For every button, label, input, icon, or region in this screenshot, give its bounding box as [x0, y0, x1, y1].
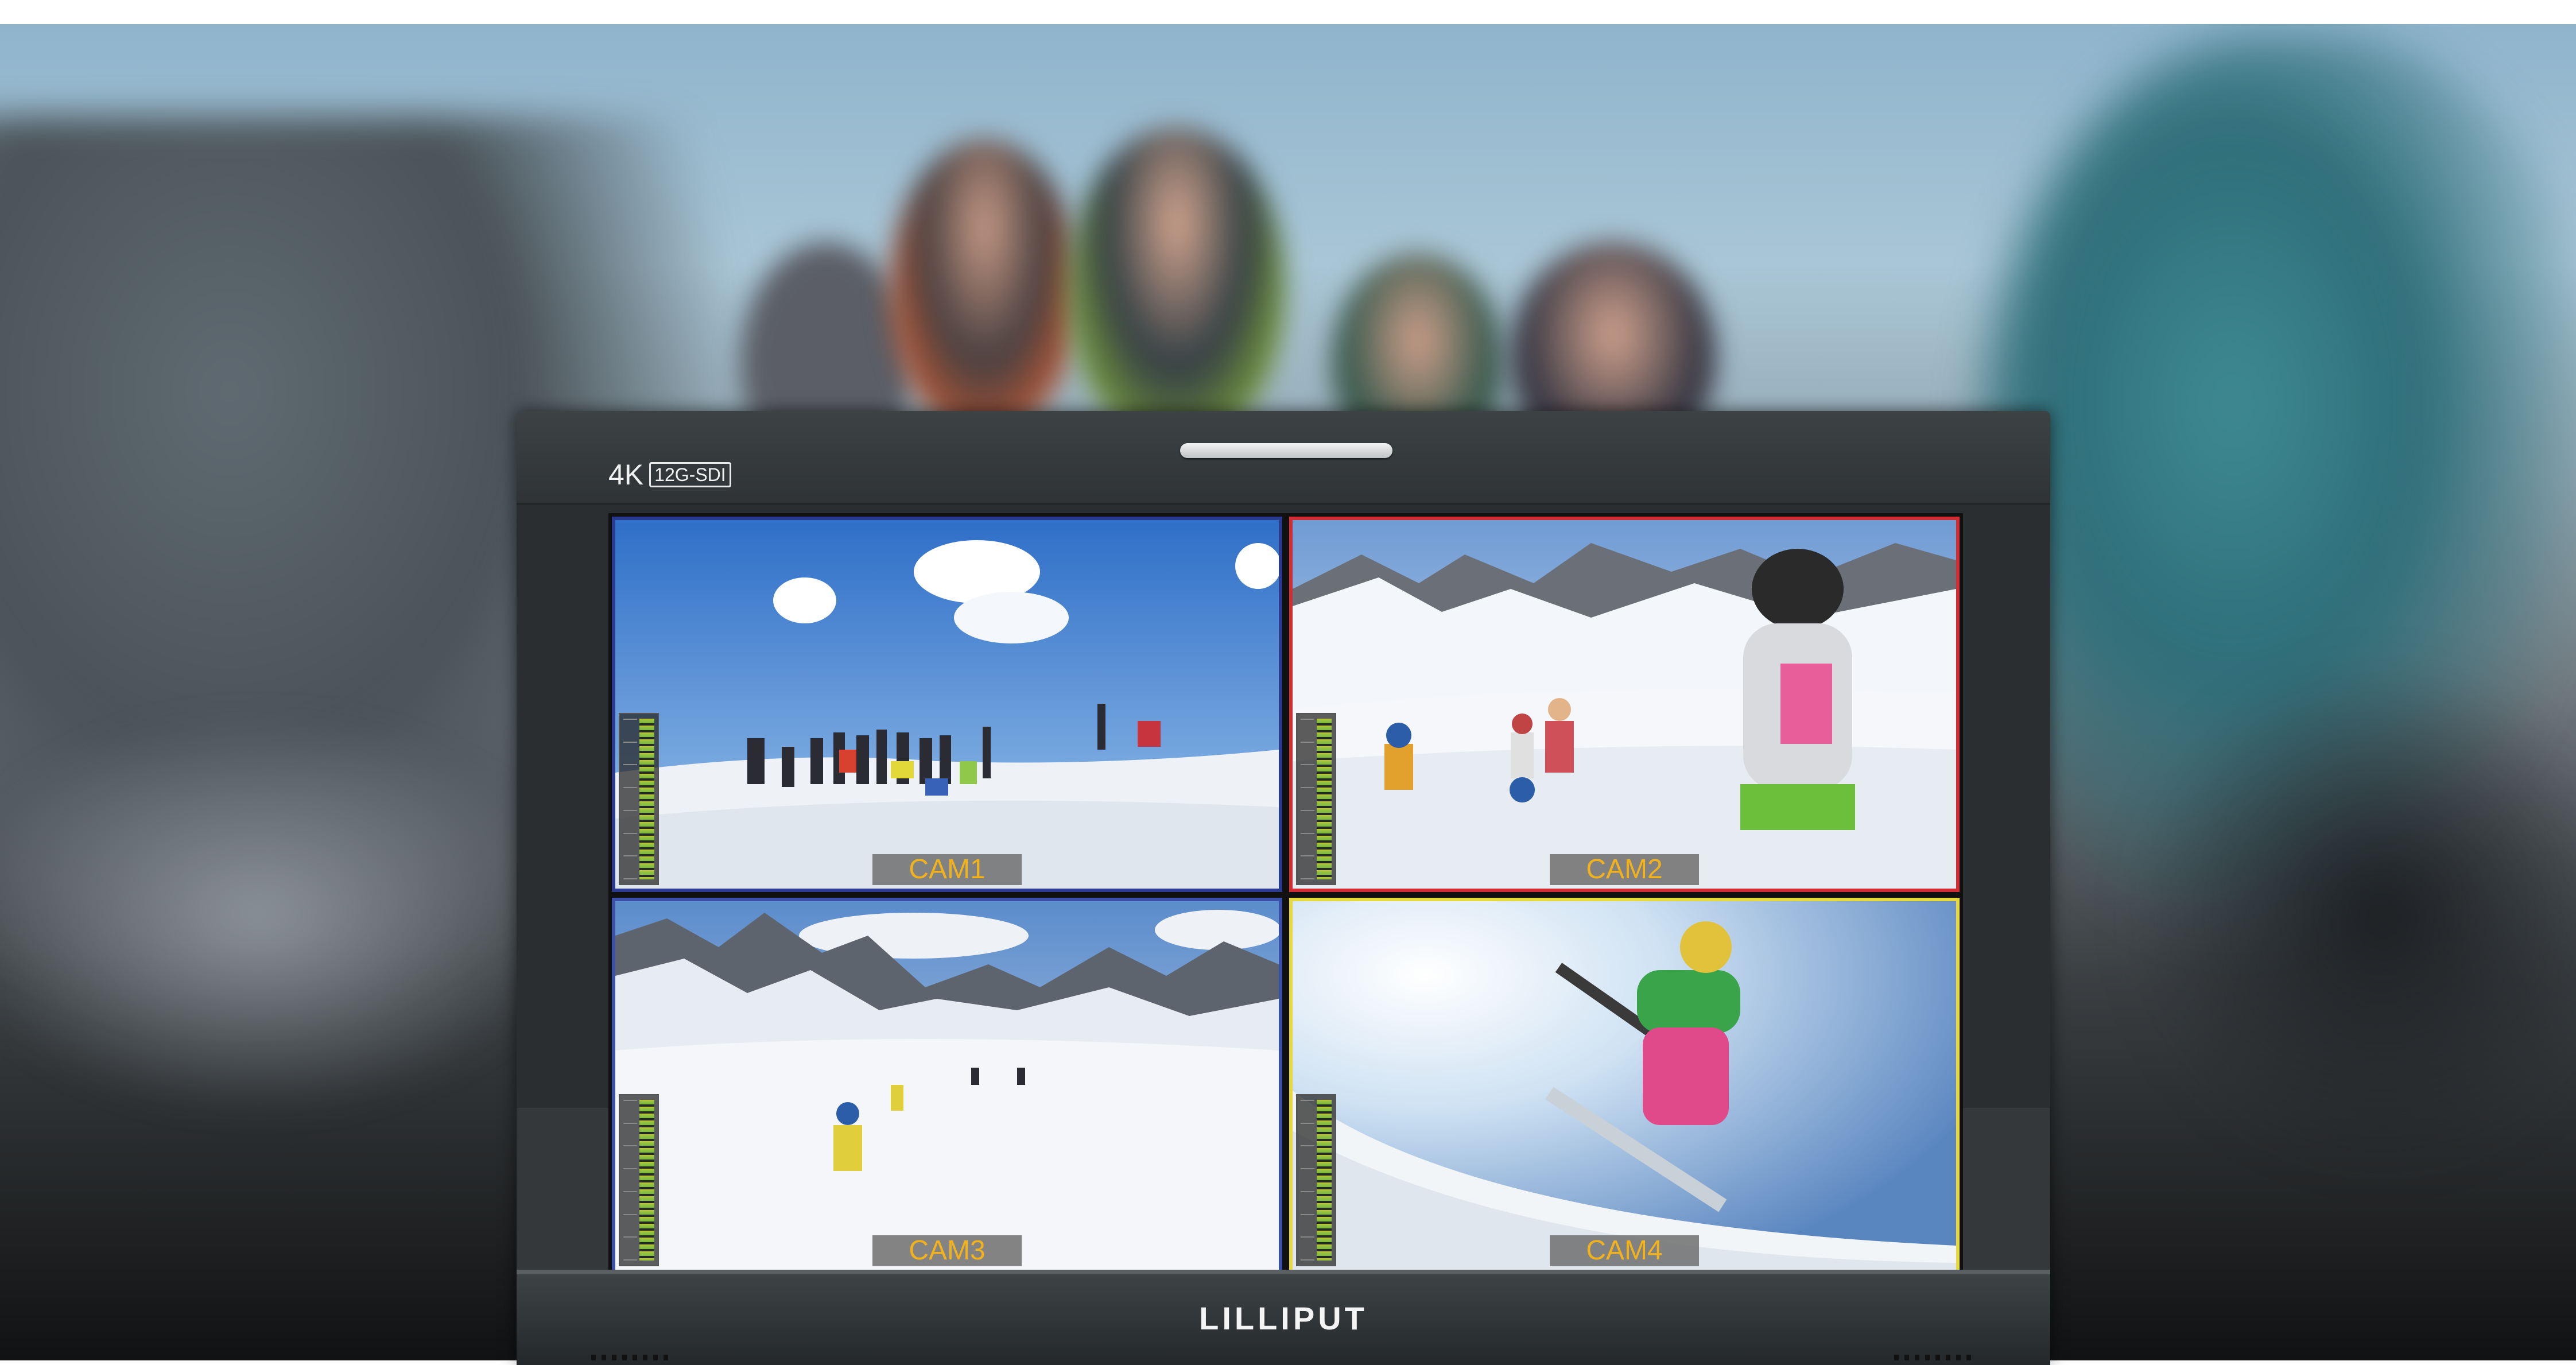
cam-label: CAM4	[1550, 1235, 1699, 1266]
blurred-person	[890, 139, 1079, 437]
cam3-image	[615, 901, 1279, 1270]
cam3-view[interactable]: CAM3	[612, 898, 1282, 1273]
speaker-grill-left	[591, 1355, 672, 1360]
interface-label: 12G-SDI	[649, 462, 731, 487]
audio-level-meter	[619, 713, 659, 885]
quad-view-screen: CAM1 CAM2 CAM3 CAM4	[608, 513, 1963, 1278]
cam1-view[interactable]: CAM1	[612, 517, 1282, 892]
audio-level-meter	[1296, 1094, 1336, 1266]
resolution-label: 4K	[608, 459, 644, 491]
cam-label: CAM2	[1550, 854, 1699, 885]
brand-logo: LILLIPUT	[1199, 1300, 1368, 1336]
speaker-grill-right	[1894, 1355, 1974, 1360]
cam-label: CAM1	[872, 854, 1022, 885]
monitor-top-bezel: 4K 12G-SDI	[517, 411, 2050, 505]
field-monitor: 4K 12G-SDI CAM1 CAM2 CAM3 CAM4 LILLIPUT	[517, 411, 2050, 1365]
cam4-image	[1293, 901, 1956, 1270]
monitor-bottom-bezel: LILLIPUT	[517, 1270, 2050, 1365]
blurred-person	[1068, 127, 1286, 449]
cam4-view[interactable]: CAM4	[1289, 898, 1960, 1273]
audio-level-meter	[619, 1094, 659, 1266]
cam1-image	[615, 520, 1279, 889]
resolution-badge: 4K 12G-SDI	[608, 458, 731, 491]
handle-slot	[1180, 443, 1392, 458]
cam-label: CAM3	[872, 1235, 1022, 1266]
audio-level-meter	[1296, 713, 1336, 885]
cam2-image	[1293, 520, 1956, 889]
cam2-view[interactable]: CAM2	[1289, 517, 1960, 892]
